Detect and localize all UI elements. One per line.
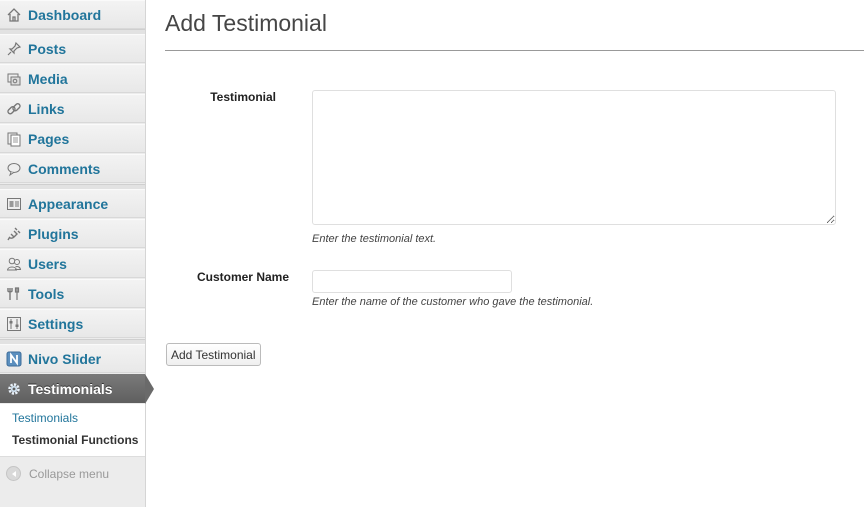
sidebar-item-plugins[interactable]: Plugins xyxy=(0,219,145,248)
chain-link-icon xyxy=(5,100,23,118)
testimonial-description: Enter the testimonial text. xyxy=(312,233,437,245)
testimonial-label: Testimonial xyxy=(210,90,276,104)
sidebar-item-label: Testimonials xyxy=(28,380,113,397)
sidebar-item-label: Posts xyxy=(28,40,67,57)
users-icon xyxy=(5,255,23,273)
title-divider xyxy=(165,50,864,51)
plug-icon xyxy=(5,225,23,243)
sidebar-item-label: Pages xyxy=(28,130,70,147)
sidebar-item-label: Settings xyxy=(28,315,84,332)
collapse-menu-button[interactable]: Collapse menu xyxy=(6,466,109,481)
page-title: Add Testimonial xyxy=(165,10,327,36)
sidebar-item-appearance[interactable]: Appearance xyxy=(0,189,145,218)
testimonials-submenu: Testimonials Testimonial Functions xyxy=(0,404,145,457)
sidebar-item-media[interactable]: Media xyxy=(0,64,145,93)
sidebar-item-label: Users xyxy=(28,255,67,272)
tools-icon xyxy=(5,285,23,303)
sidebar-item-label: Nivo Slider xyxy=(28,350,102,367)
customer-name-description: Enter the name of the customer who gave … xyxy=(312,296,594,308)
nivo-n-icon xyxy=(5,350,23,368)
sidebar-item-label: Media xyxy=(28,70,68,87)
sidebar-item-label: Comments xyxy=(28,160,101,177)
sidebar-item-nivo-slider[interactable]: Nivo Slider xyxy=(0,344,145,373)
testimonial-textarea[interactable] xyxy=(312,90,836,225)
collapse-menu-label: Collapse menu xyxy=(29,466,110,481)
pushpin-icon xyxy=(5,40,23,58)
sidebar-item-label: Dashboard xyxy=(28,6,102,23)
active-menu-pointer xyxy=(145,374,154,404)
submenu-item-testimonials[interactable]: Testimonials xyxy=(12,411,78,425)
sidebar-item-settings[interactable]: Settings xyxy=(0,309,145,338)
add-testimonial-button[interactable]: Add Testimonial xyxy=(166,343,261,366)
sidebar-item-label: Plugins xyxy=(28,225,79,242)
speech-bubble-icon xyxy=(5,160,23,178)
sidebar-item-pages[interactable]: Pages xyxy=(0,124,145,153)
sidebar-item-links[interactable]: Links xyxy=(0,94,145,123)
sidebar-item-tools[interactable]: Tools xyxy=(0,279,145,308)
sidebar-item-posts[interactable]: Posts xyxy=(0,34,145,63)
media-icon xyxy=(5,70,23,88)
sidebar-item-label: Tools xyxy=(28,285,65,302)
gear-icon xyxy=(5,380,23,398)
customer-name-label: Customer Name xyxy=(196,270,289,284)
submenu-item-testimonial-functions[interactable]: Testimonial Functions xyxy=(12,433,138,447)
sidebar-item-label: Links xyxy=(28,100,65,117)
sidebar-item-comments[interactable]: Comments xyxy=(0,154,145,183)
appearance-icon xyxy=(5,195,23,213)
pages-icon xyxy=(5,130,23,148)
admin-sidebar: Dashboard Posts Media Links Pages Commen… xyxy=(0,0,146,507)
home-icon xyxy=(5,6,23,24)
sidebar-item-users[interactable]: Users xyxy=(0,249,145,278)
collapse-arrow-icon xyxy=(6,466,21,481)
customer-name-input[interactable] xyxy=(312,270,512,293)
settings-icon xyxy=(5,315,23,333)
sidebar-item-dashboard[interactable]: Dashboard xyxy=(0,0,145,29)
sidebar-item-label: Appearance xyxy=(28,195,109,212)
sidebar-item-testimonials[interactable]: Testimonials xyxy=(0,374,145,403)
